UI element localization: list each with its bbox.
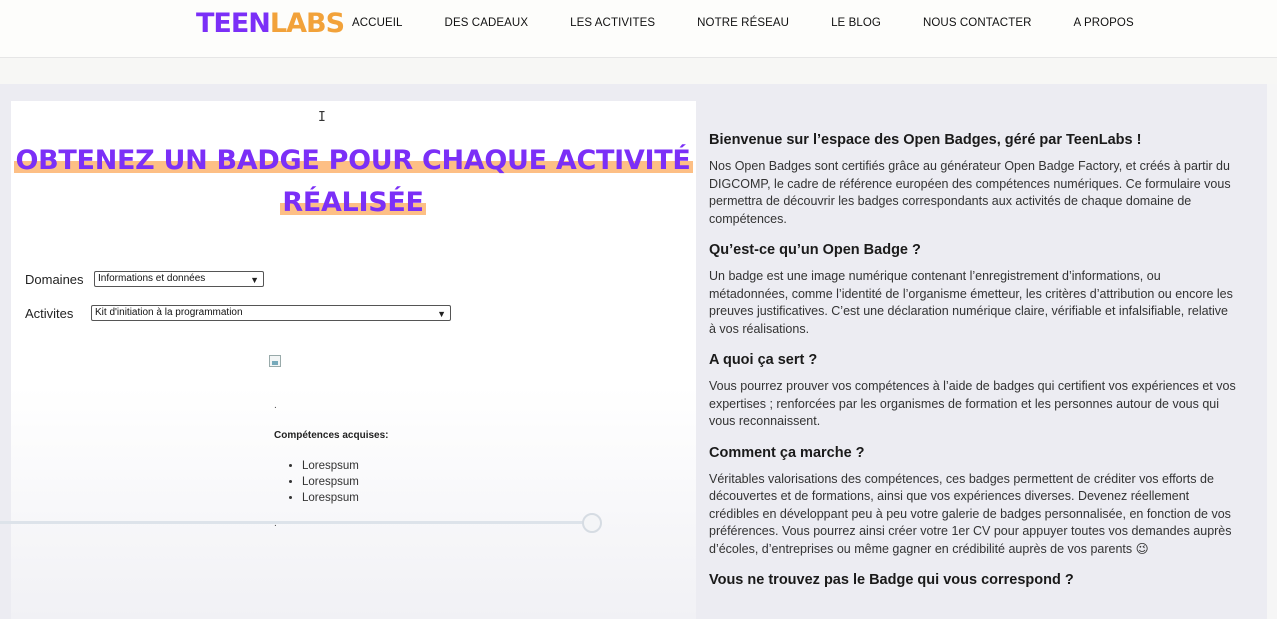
- slider-track[interactable]: [0, 521, 592, 524]
- nav-nous-contacter[interactable]: NOUS CONTACTER: [923, 16, 1032, 30]
- domaines-select[interactable]: Informations et données ▼: [94, 271, 264, 287]
- header-spacer: [0, 58, 1277, 84]
- main-nav: ACCUEIL DES CADEAUX LES ACTIVITES NOTRE …: [352, 16, 1176, 30]
- page-scrollbar[interactable]: [1267, 84, 1277, 619]
- chevron-down-icon: ▼: [250, 275, 259, 285]
- title-line-1: OBTENEZ UN BADGE POUR CHAQUE ACTIVITÉ: [13, 145, 693, 176]
- text-cursor-icon: I: [318, 110, 326, 125]
- badge-caption: .: [274, 400, 277, 411]
- logo-teen: TEEN: [196, 8, 271, 39]
- nav-accueil[interactable]: ACCUEIL: [352, 16, 403, 30]
- site-header: TEENLABS ACCUEIL DES CADEAUX LES ACTIVIT…: [0, 0, 1277, 58]
- title-line-2: RÉALISÉE: [280, 187, 426, 218]
- info-sidebar: Bienvenue sur l’espace des Open Badges, …: [709, 127, 1237, 598]
- section-heading-bienvenue: Bienvenue sur l’espace des Open Badges, …: [709, 132, 1142, 148]
- chevron-down-icon: ▼: [437, 309, 446, 319]
- list-item: Lorespsum: [302, 458, 359, 474]
- section-text-bienvenue: Nos Open Badges sont certifiés grâce au …: [709, 159, 1231, 226]
- activites-select[interactable]: Kit d'initiation à la programmation ▼: [91, 305, 451, 321]
- activites-select-value: Kit d'initiation à la programmation: [95, 307, 243, 318]
- list-item: Lorespsum: [302, 474, 359, 490]
- list-item: Lorespsum: [302, 490, 359, 506]
- section-heading-a-quoi: A quoi ça sert ?: [709, 352, 818, 368]
- broken-image-icon: [269, 355, 281, 367]
- nav-des-cadeaux[interactable]: DES CADEAUX: [445, 16, 529, 30]
- activites-label: Activites: [25, 306, 74, 321]
- domaines-select-value: Informations et données: [98, 273, 206, 284]
- nav-les-activites[interactable]: LES ACTIVITES: [570, 16, 655, 30]
- teenlabs-logo[interactable]: TEENLABS: [196, 8, 345, 39]
- nav-le-blog[interactable]: LE BLOG: [831, 16, 881, 30]
- section-heading-open-badge: Qu’est-ce qu’un Open Badge ?: [709, 242, 921, 258]
- section-heading-pas-de-badge: Vous ne trouvez pas le Badge qui vous co…: [709, 572, 1074, 588]
- logo-labs: LABS: [269, 8, 345, 39]
- competences-list: Lorespsum Lorespsum Lorespsum: [302, 458, 359, 506]
- page-title: OBTENEZ UN BADGE POUR CHAQUE ACTIVITÉ RÉ…: [0, 140, 706, 224]
- section-text-comment: Véritables valorisations des compétences…: [709, 471, 1232, 556]
- competences-label: Compétences acquises:: [274, 430, 389, 441]
- nav-a-propos[interactable]: A PROPOS: [1074, 16, 1134, 30]
- slider-handle[interactable]: [582, 513, 602, 533]
- section-heading-comment: Comment ça marche ?: [709, 444, 865, 461]
- section-text-open-badge: Un badge est une image numérique contena…: [709, 269, 1233, 336]
- domaines-label: Domaines: [25, 272, 84, 287]
- nav-notre-reseau[interactable]: NOTRE RÉSEAU: [697, 16, 789, 30]
- section-text-a-quoi: Vous pourrez prouver vos compétences à l…: [709, 379, 1236, 428]
